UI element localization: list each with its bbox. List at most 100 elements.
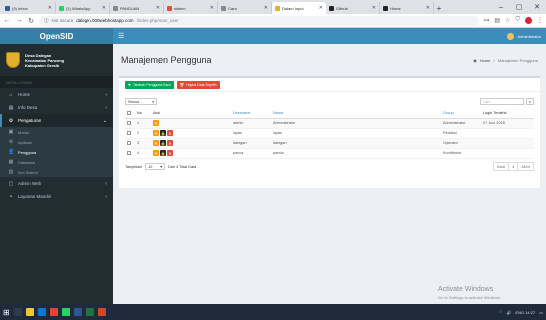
whatsapp-icon[interactable] <box>61 308 70 316</box>
edit-icon[interactable]: ✎ <box>153 130 159 136</box>
home-icon: ⌂ <box>9 91 13 98</box>
network-icon[interactable]: ⌔ <box>499 309 503 315</box>
favicon-icon <box>221 5 226 11</box>
back-icon[interactable]: ← <box>3 17 11 24</box>
edit-icon[interactable]: ✎ <box>153 150 159 156</box>
submenu-icon: 👤 <box>8 149 15 155</box>
col-group[interactable]: Group <box>441 109 481 119</box>
page-first[interactable]: Awal <box>494 163 510 170</box>
browser-tab[interactable]: (9) Inbox ✕ <box>2 2 56 14</box>
browser-tab[interactable]: sistem ✕ <box>164 2 218 14</box>
reader-icon[interactable]: ▤ <box>494 17 500 24</box>
sidebar-item[interactable]: ▢ Admin Web ‹ <box>0 177 113 190</box>
page-current[interactable]: 1 <box>509 163 519 170</box>
excel-icon[interactable] <box>85 308 94 316</box>
minimize-button[interactable]: – <box>492 0 510 14</box>
chrome-icon[interactable] <box>49 308 58 316</box>
notification-icon[interactable]: ▭ <box>539 310 543 315</box>
browser-tab[interactable]: Github ✕ <box>326 2 380 14</box>
volume-icon[interactable]: 🔊 <box>506 310 511 315</box>
url-input[interactable]: ⓘ Not secure dalegin.000webhostapp.com/i… <box>39 15 480 26</box>
lock-icon[interactable]: 🔒 <box>160 140 166 146</box>
edit-icon[interactable]: ✎ <box>153 140 159 146</box>
close-icon[interactable]: ✕ <box>48 5 52 11</box>
page-last[interactable]: Akhir <box>518 163 533 170</box>
watermark-title: Activate Windows <box>438 286 494 293</box>
page-size-select[interactable]: 10 ▾ <box>145 163 166 170</box>
forward-icon[interactable]: → <box>15 17 23 24</box>
reload-icon[interactable]: ↻ <box>27 17 35 25</box>
shield-icon[interactable]: ⛉ <box>515 17 520 24</box>
col-username[interactable]: Username <box>231 109 271 119</box>
close-window-button[interactable]: ✕ <box>528 0 546 14</box>
menu-icon: ▢ <box>8 180 14 187</box>
submenu-item[interactable]: ▦ Database <box>0 157 113 167</box>
trash-icon[interactable]: ✕ <box>167 130 173 136</box>
edit-icon[interactable]: ✎ <box>153 120 159 126</box>
cell-aksi: ✎ 🔒 ✕ <box>151 148 231 159</box>
browser-tab[interactable]: Dalam Input ✕ <box>272 2 326 14</box>
lock-icon[interactable]: 🔒 <box>160 150 166 156</box>
row-checkbox[interactable] <box>127 120 131 125</box>
submenu-item[interactable]: ▥ Info Sistem <box>0 167 113 177</box>
lock-icon[interactable]: 🔒 <box>160 130 166 136</box>
star-icon[interactable]: ☆ <box>505 17 510 24</box>
trash-icon[interactable]: ✕ <box>167 150 173 156</box>
submenu-item[interactable]: 👤 Pengguna <box>0 147 113 157</box>
submenu-item[interactable]: ▣ Modul <box>0 127 113 137</box>
search-icon[interactable] <box>13 308 22 316</box>
sidebar-item[interactable]: ⚙ Pengaturan ⌄ <box>0 114 113 127</box>
app-logo[interactable]: OpenSID <box>0 28 113 44</box>
clock[interactable]: ENG 14:27 <box>515 310 535 315</box>
cast-icon[interactable]: ⊶ <box>483 17 489 24</box>
user-menu[interactable]: Administrator <box>507 32 541 40</box>
group-filter-select[interactable]: Semua ▾ <box>125 98 157 105</box>
profile-icon[interactable] <box>525 17 532 24</box>
favicon-icon <box>5 5 10 11</box>
browser-tab[interactable]: (1) WhatsApp ✕ <box>56 2 110 14</box>
add-user-button[interactable]: ✚ Tambah Pengguna Baru <box>125 80 174 89</box>
close-icon[interactable]: ✕ <box>426 5 430 11</box>
edge-icon[interactable] <box>37 308 46 316</box>
breadcrumb-home[interactable]: Home <box>480 58 491 63</box>
trash-icon[interactable]: ✕ <box>167 140 173 146</box>
file-explorer-icon[interactable] <box>25 308 34 316</box>
plus-icon: ✚ <box>128 82 131 87</box>
favicon-icon <box>113 5 118 11</box>
chevron-icon: ⌄ <box>102 117 107 124</box>
menu-icon: ◓ <box>9 193 13 200</box>
col-nama[interactable]: Nama <box>271 109 441 119</box>
browser-tab[interactable]: Home ✕ <box>380 2 434 14</box>
maximize-button[interactable]: ▢ <box>510 0 528 14</box>
close-icon[interactable]: ✕ <box>210 5 214 11</box>
powerpoint-icon[interactable] <box>97 308 106 316</box>
close-icon[interactable]: ✕ <box>264 5 268 11</box>
hamburger-icon[interactable]: ☰ <box>118 32 124 40</box>
chevron-down-icon: ▾ <box>160 165 163 169</box>
cell-nama: layan <box>271 128 441 139</box>
row-checkbox[interactable] <box>127 130 131 135</box>
browser-tab[interactable]: PANDUAN ✕ <box>110 2 164 14</box>
word-icon[interactable] <box>73 308 82 316</box>
browser-tab[interactable]: Cara ✕ <box>218 2 272 14</box>
sidebar-item[interactable]: ▤ Info Desa ‹ <box>0 101 113 114</box>
row-checkbox[interactable] <box>127 140 131 145</box>
row-checkbox[interactable] <box>127 150 131 155</box>
windows-start-icon[interactable]: ⊞ <box>3 308 10 317</box>
submenu-item[interactable]: ⚙ Aplikasi <box>0 137 113 147</box>
trash-icon: 🗑 <box>179 82 185 87</box>
sidebar-item[interactable]: ◓ Layanan Mandiri ‹ <box>0 190 113 203</box>
menu-dots-icon[interactable]: ⋮ <box>537 17 543 24</box>
delete-selected-button[interactable]: 🗑 Hapus Data Terpilih <box>176 80 220 89</box>
close-icon[interactable]: ✕ <box>319 5 323 11</box>
new-tab-button[interactable]: + <box>434 2 444 14</box>
close-icon[interactable]: ✕ <box>372 5 376 11</box>
chevron-down-icon: ▾ <box>152 99 154 104</box>
cell-nama: dalegan <box>271 138 441 149</box>
close-icon[interactable]: ✕ <box>156 5 160 11</box>
search-input[interactable]: Cari... <box>480 98 524 105</box>
close-icon[interactable]: ✕ <box>102 5 106 11</box>
search-button[interactable]: ⌕ <box>526 98 534 105</box>
select-all-checkbox[interactable] <box>127 110 131 115</box>
sidebar-item[interactable]: ⌂ Home ‹ <box>0 88 113 101</box>
